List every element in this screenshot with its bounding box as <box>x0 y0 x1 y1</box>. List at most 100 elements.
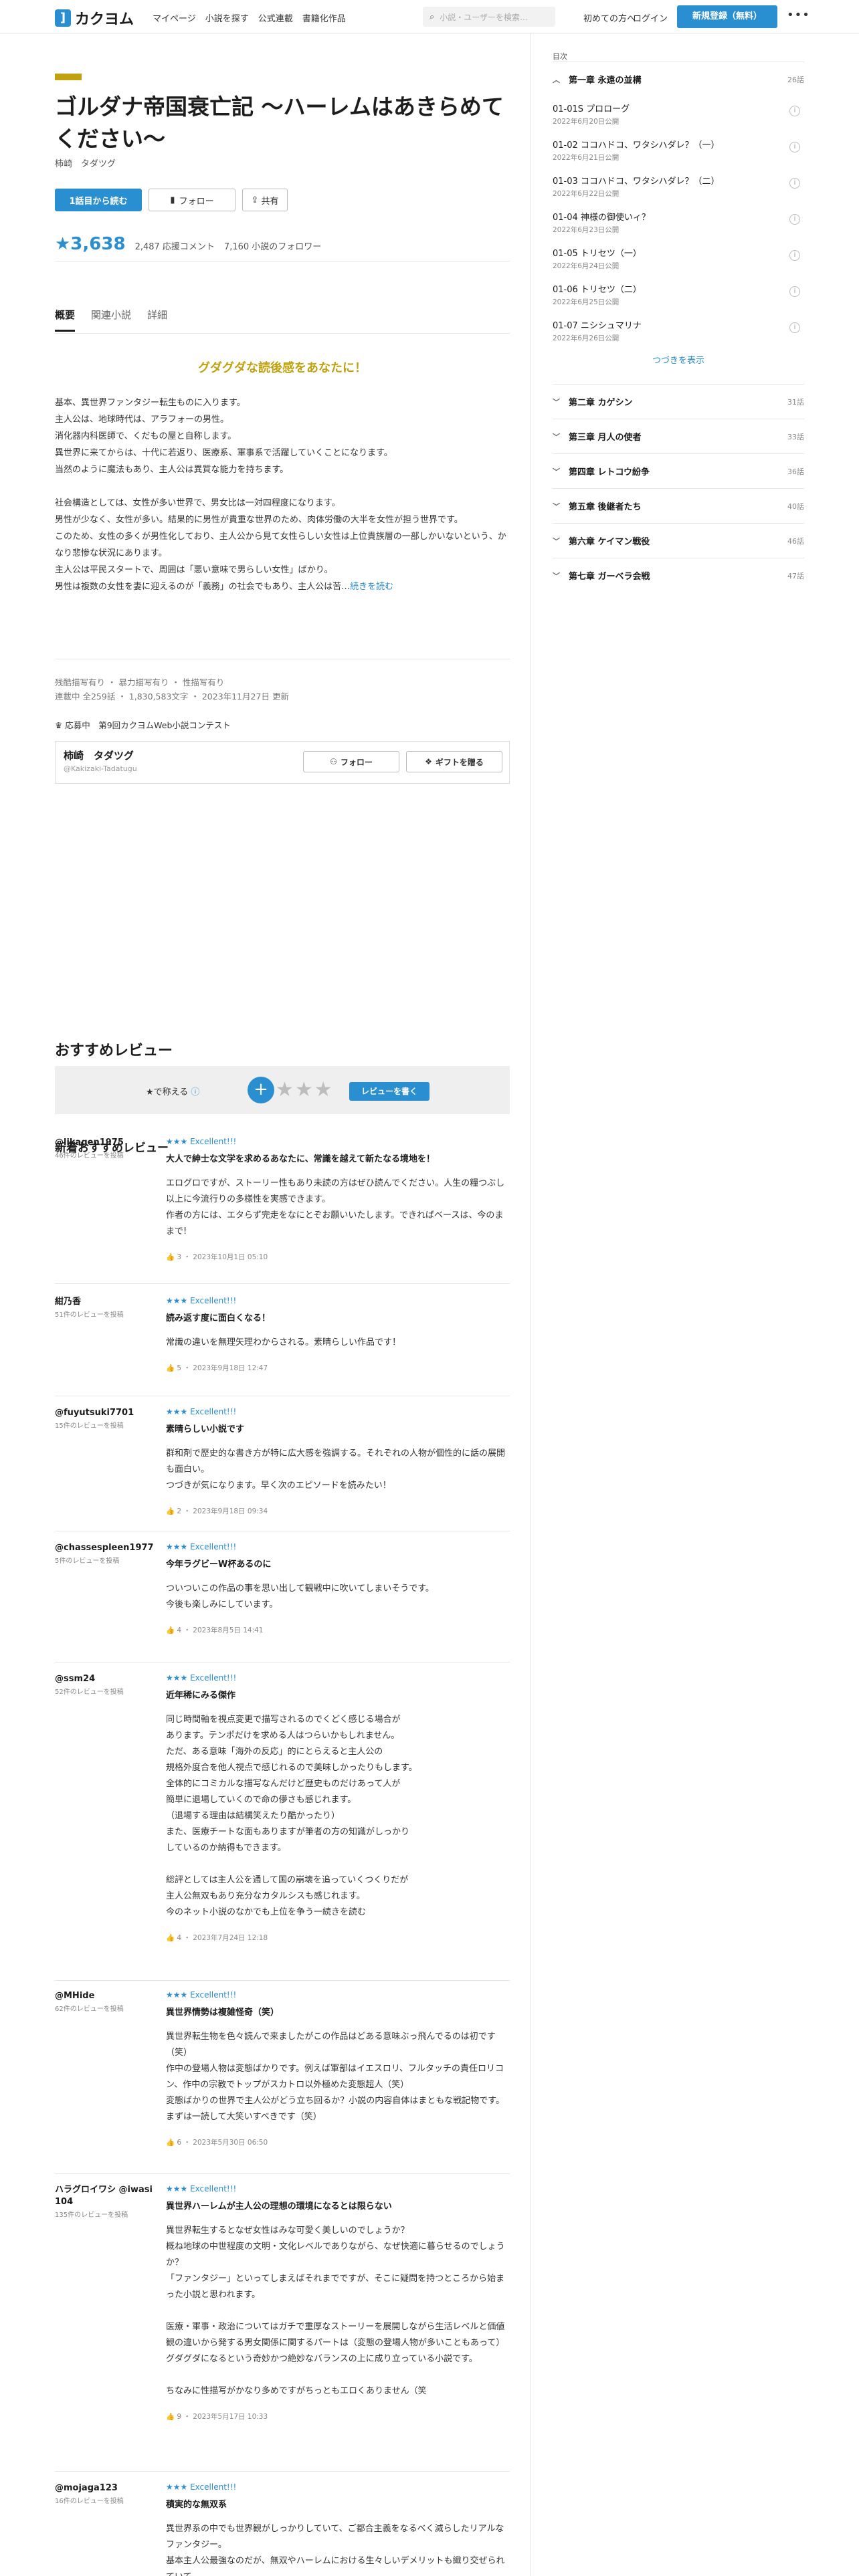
toc-chapter-title: 第五章 後継者たち <box>569 502 642 512</box>
review-stars: ★★★ Excellent!!! <box>166 1407 237 1416</box>
intro-line: このため、女性の多くが男性化しており、主人公から見て女性らしい女性は上位貴族層の… <box>55 532 506 558</box>
info-icon[interactable]: i <box>789 250 800 261</box>
gift-button[interactable]: ❖ ギフトを贈る <box>406 751 502 772</box>
toc-episode[interactable]: 01-03 ココハドコ、ワタシハダレ？（二） 2022年6月22日公開 i <box>553 169 804 206</box>
info-icon[interactable]: i <box>789 214 800 225</box>
review-user-count: 46件のレビューを投稿 <box>55 1152 124 1160</box>
review-title[interactable]: 今年ラグビーW杯あるのに <box>166 1558 510 1572</box>
add-star-button[interactable]: + <box>248 1077 274 1103</box>
info-icon[interactable]: i <box>789 178 800 189</box>
login-link[interactable]: ログイン <box>633 11 668 24</box>
tab-detail[interactable]: 詳細 <box>147 308 167 332</box>
toc-chapter[interactable]: ﹀ 第三章 月人の使者 33話 <box>553 419 804 453</box>
review-user[interactable]: 紺乃香 51件のレビューを投稿 <box>55 1296 155 1321</box>
work-tabs: 概要 関連小説 詳細 <box>55 308 167 332</box>
action-buttons: 1話目から読む ▮ フォロー ⇪ 共有 <box>55 189 288 211</box>
thumb-icon[interactable]: 👍 <box>166 2139 175 2147</box>
review-title[interactable]: 素晴らしい小説です <box>166 1423 510 1436</box>
review-text-line: （退場する理由は結構笑えたり酷かったり） <box>166 1811 341 1821</box>
search-input[interactable]: ⌕ 小説・ユーザーを検索… <box>423 7 555 27</box>
tab-overview[interactable]: 概要 <box>55 308 76 332</box>
share-button[interactable]: ⇪ 共有 <box>242 189 288 211</box>
toc-chapter-title: 第四章 レトコウ紛争 <box>569 467 650 477</box>
show-more-episodes-link[interactable]: つづきを表示 <box>553 353 804 366</box>
info-icon[interactable]: i <box>789 142 800 152</box>
tab-related[interactable]: 関連小説 <box>91 308 131 332</box>
thumb-icon[interactable]: 👍 <box>166 1626 175 1634</box>
nav-mypage[interactable]: マイページ <box>153 11 196 24</box>
review-comment-count[interactable]: 2,487 応援コメント <box>135 239 215 252</box>
work-title[interactable]: ゴルダナ帝国衰亡記 〜ハーレムはあきらめてください〜 <box>55 91 510 155</box>
review-body: ★★★ Excellent!!! 大人で紳士な文学を求めるあなたに、常識を越えて新… <box>166 1137 510 1262</box>
author-link[interactable]: 柿崎 タダツグ <box>55 156 116 169</box>
toc-chapter[interactable]: ﹀ 第四章 レトコウ紛争 36話 <box>553 453 804 488</box>
column-divider <box>530 33 531 2576</box>
thumb-icon[interactable]: 👍 <box>166 2413 175 2421</box>
toc-episode[interactable]: 01-04 神様の御使いィ？ 2022年6月23日公開 i <box>553 205 804 242</box>
site-logo[interactable]: ] カクヨム <box>55 7 134 29</box>
write-review-button[interactable]: レビューを書く <box>349 1082 430 1101</box>
toc-chapter[interactable]: ﹀ 第六章 ケイマン戦役 46話 <box>553 523 804 558</box>
follow-button[interactable]: ▮ フォロー <box>149 189 235 211</box>
episode-date: 2022年6月22日公開 <box>553 190 619 198</box>
review-text-line: 概ね地球の中世程度の文明・文化レベルでありながら、なぜ快適に暮らせるのでしょうか… <box>166 2242 505 2268</box>
author-follow-button[interactable]: ⚇ フォロー <box>303 751 399 772</box>
chevron-down-icon: ﹀ <box>553 571 560 580</box>
review-meta: 👍 5 ・ 2023年9月18日 12:47 <box>166 1364 268 1372</box>
toc-chapter[interactable]: ︿ 第一章 永遠の並構 26話 <box>553 62 804 96</box>
nav-search-novels[interactable]: 小説を探す <box>205 11 249 24</box>
review-title[interactable]: 大人で紳士な文学を求めるあなたに、常識を越えて新たなる境地を！ <box>166 1153 510 1166</box>
toc-episode[interactable]: 01-05 トリセツ（一） 2022年6月24日公開 i <box>553 241 804 278</box>
signup-button[interactable]: 新規登録（無料） <box>677 5 777 28</box>
review-text-line: 総評としては主人公を通して国の崩壊を追っていくつくりだが <box>166 1875 409 1885</box>
info-icon[interactable]: i <box>789 106 800 116</box>
nav-official[interactable]: 公式連載 <box>258 11 293 24</box>
thumb-icon[interactable]: 👍 <box>166 1364 175 1372</box>
episode-title: 01-03 ココハドコ、ワタシハダレ？（二） <box>553 177 720 187</box>
read-more-link[interactable]: 続きを読む <box>350 582 393 592</box>
review-user[interactable]: @MHide 62件のレビューを投稿 <box>55 1990 155 2016</box>
review-text-line: 異世界系の中でも世界観がしっかりしていて、ご都合主義をなるべく減らしたリアルなフ… <box>166 2524 504 2550</box>
toc-chapter[interactable]: ﹀ 第七章 ガーベラ会戦 47話 <box>553 558 804 593</box>
review-title[interactable]: 異世界情勢は複雑怪奇（笑） <box>166 2006 510 2020</box>
toc-heading: 目次 <box>553 52 567 61</box>
read-first-button[interactable]: 1話目から読む <box>55 189 142 211</box>
chevron-down-icon: ﹀ <box>553 467 560 476</box>
review-user[interactable]: @likagen1975 46件のレビューを投稿 <box>55 1137 155 1162</box>
more-menu-icon[interactable]: ••• <box>787 8 810 22</box>
review-user[interactable]: @mojaga123 16件のレビューを投稿 <box>55 2482 155 2508</box>
review-title[interactable]: 近年稀にみる傑作 <box>166 1689 510 1703</box>
review-item: @mojaga123 16件のレビューを投稿 ★★★ Excellent!!! 積実的… <box>55 2482 510 2576</box>
toc-chapter[interactable]: ﹀ 第二章 カゲシン 31話 <box>553 384 804 419</box>
review-text-line: 作者の方には、エタらず完走をなにとぞお願いいたします。できればベースは、今のまま… <box>166 1210 504 1237</box>
info-icon[interactable]: i <box>789 322 800 333</box>
thumb-icon[interactable]: 👍 <box>166 1253 175 1261</box>
rating-stars[interactable]: ★★★ <box>276 1078 334 1101</box>
toc-episode[interactable]: 01-06 トリセツ（二） 2022年6月25日公開 i <box>553 277 804 314</box>
review-title[interactable]: 異世界ハーレムが主人公の理想の環境になるとは限らない <box>166 2200 510 2214</box>
review-user[interactable]: @fuyutsuki7701 15件のレビューを投稿 <box>55 1407 155 1432</box>
review-user[interactable]: @ssm24 52件のレビューを投稿 <box>55 1673 155 1699</box>
review-user-count: 52件のレビューを投稿 <box>55 1689 124 1696</box>
author-card-name[interactable]: 柿崎 タダツグ <box>64 748 134 762</box>
star-count[interactable]: ★3,638 <box>55 234 126 254</box>
nav-books[interactable]: 書籍化作品 <box>302 11 346 24</box>
review-user-count: 135件のレビューを投稿 <box>55 2212 128 2219</box>
info-icon[interactable]: i <box>789 286 800 297</box>
toc-episode[interactable]: 01-07 ニシシュマリナ 2022年6月26日公開 i <box>553 313 804 350</box>
review-title[interactable]: 読み返す度に面白くなる！ <box>166 1312 510 1325</box>
toc-chapter[interactable]: ﹀ 第五章 後継者たち 40話 <box>553 488 804 523</box>
episode-title: 01-04 神様の御使いィ？ <box>553 213 650 223</box>
contest-entry[interactable]: ♛ 応募中 第9回カクヨムWeb小説コンテスト <box>55 718 231 731</box>
toc-episode[interactable]: 01-02 ココハドコ、ワタシハダレ？（一） 2022年6月21日公開 i <box>553 132 804 170</box>
review-text-line: ちなみに性描写がかなり多めですがちっともエロくありません（笑 <box>166 2386 427 2396</box>
follower-count[interactable]: 7,160 小説のフォロワー <box>224 239 321 252</box>
intro-line: 主人公は、地球時代は、アラフォーの男性。 <box>55 415 229 425</box>
toc-episode[interactable]: 01-01S プロローグ 2022年6月20日公開 i <box>553 96 804 134</box>
first-time-link[interactable]: 初めての方へ <box>583 11 636 24</box>
thumb-icon[interactable]: 👍 <box>166 1507 175 1515</box>
review-user[interactable]: @chassespleen1977 5件のレビューを投稿 <box>55 1542 155 1568</box>
review-user[interactable]: ハラグロイワシ @iwasi104 135件のレビューを投稿 <box>55 2184 155 2222</box>
thumb-icon[interactable]: 👍 <box>166 1934 175 1942</box>
review-title[interactable]: 積実的な無双系 <box>166 2498 510 2512</box>
